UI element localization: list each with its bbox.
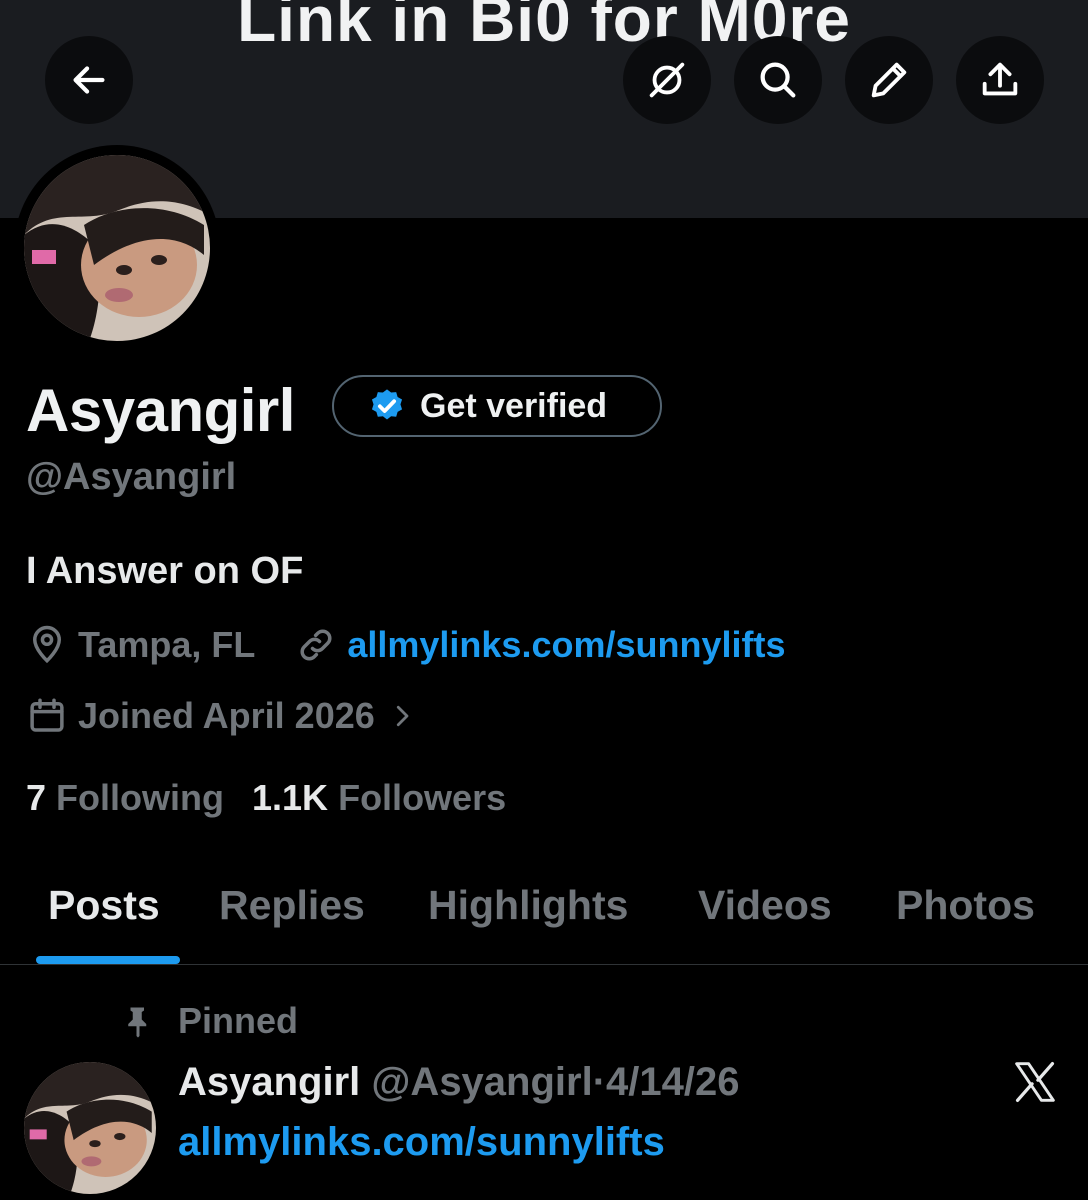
tab-replies[interactable]: Replies [219,882,365,929]
profile-stats: 7 Following 1.1K Followers [26,777,506,819]
get-verified-button[interactable]: Get verified [332,375,662,437]
post-author-handle[interactable]: @Asyangirl [371,1060,592,1104]
calendar-icon [30,698,64,732]
post-author-name[interactable]: Asyangirl [178,1060,360,1104]
verified-badge-icon [371,389,403,420]
following-count: 7 [26,777,47,818]
grok-button[interactable] [623,36,711,124]
back-button[interactable] [45,36,133,124]
followers-count: 1.1K [252,777,329,818]
tab-highlights[interactable]: Highlights [428,882,628,929]
followers-label: Followers [338,777,507,818]
share-icon [982,62,1018,96]
tab-posts[interactable]: Posts [48,882,160,929]
following-link[interactable]: 7 Following [26,777,224,819]
pinned-label: Pinned [178,1000,299,1041]
post-header: Asyangirl @Asyangirl·4/14/26 [178,1060,740,1105]
profile-joined-row[interactable]: Joined April 2026 [26,695,427,737]
get-verified-label: Get verified [420,386,608,425]
pin-icon [128,1007,147,1038]
profile-name: Asyangirl [26,377,295,444]
search-button[interactable] [734,36,822,124]
avatar[interactable] [24,155,210,341]
profile-tabs: Posts Replies Highlights Videos Photos [0,870,1088,964]
profile-meta-location-row: Tampa, FL allmylinks.com/sunnylifts [26,624,786,666]
profile-handle: @Asyangirl [26,456,237,498]
tabs-divider [0,964,1088,965]
post-author-avatar[interactable] [24,1062,156,1194]
post-text-link[interactable]: allmylinks.com/sunnylifts [178,1120,665,1165]
link-icon [300,629,332,661]
grok-icon [649,62,685,98]
back-arrow-icon [73,66,105,94]
chevron-right-icon [396,705,409,727]
tab-videos[interactable]: Videos [698,882,832,929]
profile-bio: I Answer on OF [26,550,304,592]
location-pin-icon [32,625,62,664]
post-separator: · [592,1060,607,1104]
profile-avatar-frame[interactable] [14,145,220,351]
x-logo-icon[interactable] [1012,1060,1058,1104]
pinned-indicator: Pinned [120,1000,298,1042]
profile-joined: Joined April 2026 [78,695,375,736]
edit-button[interactable] [845,36,933,124]
pencil-icon [871,62,907,98]
following-label: Following [56,777,225,818]
share-button[interactable] [956,36,1044,124]
post-date[interactable]: 4/14/26 [606,1060,739,1104]
search-icon [760,62,796,98]
profile-website-link[interactable]: allmylinks.com/sunnylifts [347,624,785,666]
tab-photos[interactable]: Photos [896,882,1035,929]
active-tab-indicator [36,956,180,964]
profile-location: Tampa, FL [78,624,256,665]
banner-text: Link in Bi0 for M0re [237,0,851,55]
followers-link[interactable]: 1.1K Followers [252,777,506,819]
